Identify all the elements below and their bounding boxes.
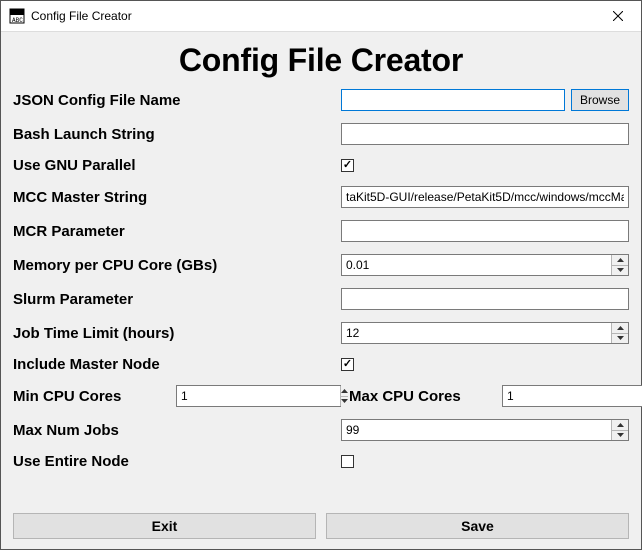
job-time-spin[interactable] [341,322,629,344]
footer-buttons: Exit Save [13,513,629,539]
spin-up-icon[interactable] [612,323,628,334]
page-title: Config File Creator [13,42,629,79]
label-include-master: Include Master Node [13,356,333,373]
label-use-entire-node: Use Entire Node [13,453,333,470]
label-max-jobs: Max Num Jobs [13,422,333,439]
row-mem-per-core: Memory per CPU Core (GBs) [13,254,629,276]
json-file-input[interactable] [341,89,565,111]
row-max-jobs: Max Num Jobs [13,419,629,441]
save-button[interactable]: Save [326,513,629,539]
app-window: ABC Config File Creator Config File Crea… [0,0,642,550]
app-icon: ABC [9,8,25,24]
close-icon [613,11,623,21]
label-job-time: Job Time Limit (hours) [13,325,333,342]
label-min-cores: Min CPU Cores [13,388,168,405]
use-gnu-checkbox[interactable] [341,159,354,172]
min-cores-spin[interactable] [176,385,341,407]
mem-per-core-input[interactable] [342,255,611,275]
label-mcr-param: MCR Parameter [13,223,333,240]
spin-up-icon[interactable] [612,255,628,266]
label-json-file: JSON Config File Name [13,92,333,109]
label-mem-per-core: Memory per CPU Core (GBs) [13,257,333,274]
row-mcr-param: MCR Parameter [13,220,629,242]
label-use-gnu: Use GNU Parallel [13,157,333,174]
spin-down-icon[interactable] [612,431,628,441]
min-cores-input[interactable] [177,386,340,406]
mcr-param-input[interactable] [341,220,629,242]
spin-down-icon[interactable] [612,266,628,276]
row-json-file: JSON Config File Name Browse [13,89,629,111]
label-mcc-master: MCC Master String [13,189,333,206]
row-mcc-master: MCC Master String [13,186,629,208]
spin-up-icon[interactable] [612,420,628,431]
row-include-master: Include Master Node [13,356,629,373]
slurm-param-input[interactable] [341,288,629,310]
client-area: Config File Creator JSON Config File Nam… [1,32,641,549]
svg-text:ABC: ABC [12,17,23,24]
titlebar: ABC Config File Creator [1,1,641,32]
spin-down-icon[interactable] [612,334,628,344]
spin-down-icon[interactable] [341,397,348,407]
max-jobs-spin[interactable] [341,419,629,441]
window-title: Config File Creator [31,9,595,23]
browse-button[interactable]: Browse [571,89,629,111]
close-button[interactable] [595,1,641,31]
use-entire-node-checkbox[interactable] [341,455,354,468]
bash-launch-input[interactable] [341,123,629,145]
row-use-gnu: Use GNU Parallel [13,157,629,174]
row-slurm-param: Slurm Parameter [13,288,629,310]
exit-button[interactable]: Exit [13,513,316,539]
max-cores-spin[interactable] [502,385,642,407]
max-cores-input[interactable] [503,386,642,406]
job-time-input[interactable] [342,323,611,343]
row-use-entire-node: Use Entire Node [13,453,629,470]
max-jobs-input[interactable] [342,420,611,440]
row-min-max-cores: Min CPU Cores Max CPU Cores [13,385,629,407]
label-bash-launch: Bash Launch String [13,126,333,143]
row-bash-launch: Bash Launch String [13,123,629,145]
spin-up-icon[interactable] [341,386,348,397]
label-slurm-param: Slurm Parameter [13,291,333,308]
mem-per-core-spin[interactable] [341,254,629,276]
label-max-cores: Max CPU Cores [349,388,494,405]
row-job-time: Job Time Limit (hours) [13,322,629,344]
include-master-checkbox[interactable] [341,358,354,371]
form-rows: JSON Config File Name Browse Bash Launch… [13,89,629,501]
mcc-master-input[interactable] [341,186,629,208]
